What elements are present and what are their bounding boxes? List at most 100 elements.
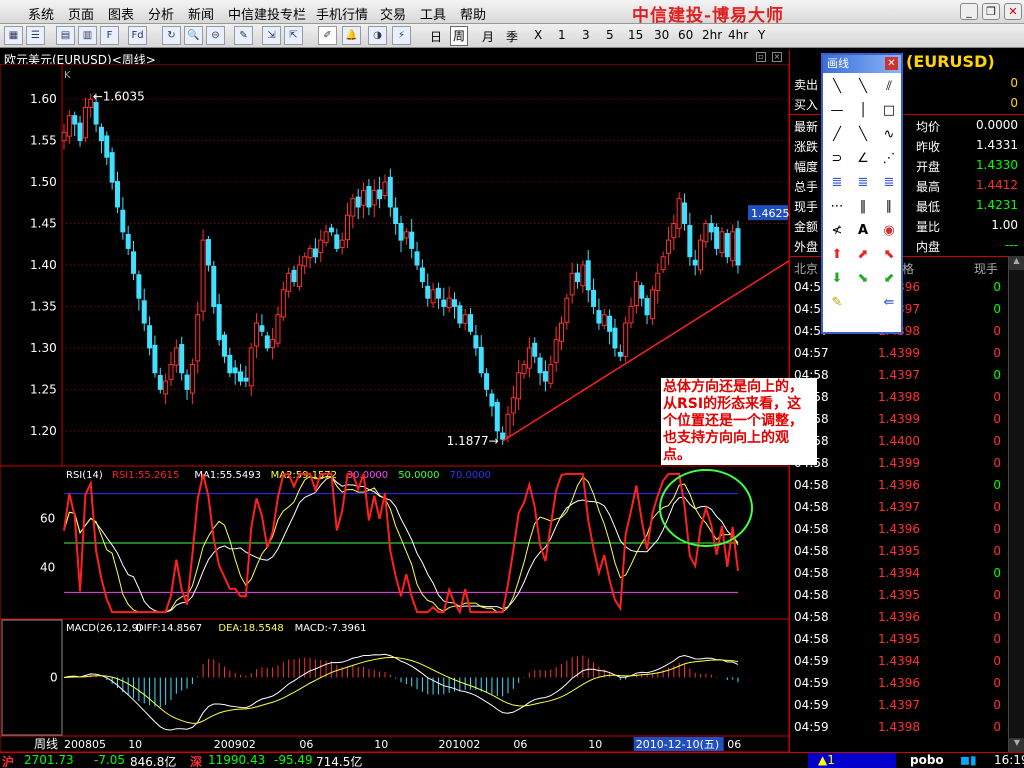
cursor-date-label: 2010-12-10(五) — [636, 738, 720, 751]
up-right-arrow-icon[interactable]: ⬈ — [851, 245, 875, 265]
restore-icon[interactable]: ❐ — [982, 3, 1000, 20]
quote-icon[interactable]: ▤ — [56, 26, 75, 45]
tick-price: 1.4399 — [878, 412, 920, 426]
fib-time-icon[interactable]: ∥ — [877, 197, 901, 217]
period-3[interactable]: 3 — [582, 28, 590, 42]
ray-line-icon[interactable]: ╲ — [851, 77, 875, 97]
close-icon[interactable]: ✕ — [885, 57, 898, 70]
zoom-icon[interactable]: 🔍 — [184, 26, 203, 45]
fan-icon[interactable]: ⋰ — [877, 149, 901, 169]
table-icon[interactable]: ▥ — [78, 26, 97, 45]
tool-icon[interactable]: ✎ — [234, 26, 253, 45]
period-week[interactable]: 周 — [450, 26, 469, 46]
palette-icon[interactable]: ◑ — [368, 26, 387, 45]
menu-trade[interactable]: 交易 — [380, 4, 406, 23]
gann-icon[interactable]: ⋯ — [825, 197, 849, 217]
f10-icon[interactable]: F — [100, 26, 119, 45]
scroll-up-icon[interactable]: ▲ — [1009, 256, 1024, 270]
period-month[interactable]: 月 — [482, 28, 494, 45]
price-candle — [564, 297, 570, 323]
price-candle — [221, 334, 227, 357]
list-icon[interactable]: ☰ — [26, 26, 45, 45]
alarm-bell-icon[interactable]: 🔔 — [342, 26, 361, 45]
menu-analysis[interactable]: 分析 — [148, 4, 174, 23]
drawing-tools-panel: 画线 ✕ ╲ ╲ ⫽ — │ □ ╱ ╲ ∿ ⊃ ∠ ⋰ ≣ ≣ ≣ ⋯ ‖ ∥ … — [821, 53, 903, 334]
zoom-out-icon[interactable]: ⊖ — [206, 26, 225, 45]
sh-amount: 846.8亿 — [130, 755, 177, 768]
cycle-icon[interactable]: ◉ — [877, 221, 901, 241]
period-day[interactable]: 日 — [430, 28, 442, 45]
period-4hr[interactable]: 4hr — [728, 28, 748, 42]
import-icon[interactable]: ⇱ — [284, 26, 303, 45]
text-tool-icon[interactable]: A — [851, 221, 875, 241]
price-candle — [238, 371, 244, 382]
menu-chart[interactable]: 图表 — [108, 4, 134, 23]
quote-right-label: 量比 — [916, 220, 941, 234]
eraser-icon[interactable]: ✎ — [825, 293, 849, 313]
period-1[interactable]: 1 — [558, 28, 566, 42]
price-candle — [61, 131, 67, 142]
line-icon[interactable]: ╲ — [851, 125, 875, 145]
tick-volume: 0 — [993, 368, 1001, 382]
period-30[interactable]: 30 — [654, 28, 669, 42]
price-candle — [371, 189, 377, 206]
period-quarter[interactable]: 季 — [506, 28, 518, 45]
rectangle-icon[interactable]: □ — [877, 101, 901, 121]
refresh-icon[interactable]: ↻ — [162, 26, 181, 45]
menu-system[interactable]: 系统 — [28, 4, 54, 23]
golden-ratio-icon[interactable]: ≣ — [851, 173, 875, 193]
menu-mobile-quotes[interactable]: 手机行情 — [316, 4, 368, 23]
draw-line-icon[interactable]: ✐ — [318, 26, 337, 45]
period-x[interactable]: X — [534, 28, 542, 42]
up-left-arrow-icon[interactable]: ⬉ — [877, 245, 901, 265]
fund-icon[interactable]: Fd — [128, 26, 147, 45]
close-icon[interactable]: ✕ — [1004, 3, 1022, 20]
tick-row: 04:581.43990 — [790, 412, 1024, 434]
down-left-arrow-icon[interactable]: ⬋ — [877, 269, 901, 289]
angle-icon[interactable]: ∠ — [851, 149, 875, 169]
tick-volume: 0 — [993, 478, 1001, 492]
alerts-badge[interactable]: ▲1 — [808, 753, 896, 768]
segment-line-icon[interactable]: ╲ — [825, 77, 849, 97]
tick-price: 1.4395 — [878, 588, 920, 602]
down-right-arrow-icon[interactable]: ⬊ — [851, 269, 875, 289]
scroll-down-icon[interactable]: ▼ — [1009, 738, 1024, 752]
lightning-icon[interactable]: ⚡ — [392, 26, 411, 45]
percent-lines-icon[interactable]: ≣ — [877, 173, 901, 193]
period-y[interactable]: Y — [758, 28, 765, 42]
wave-icon[interactable]: ∿ — [877, 125, 901, 145]
vertical-line-icon[interactable]: │ — [851, 101, 875, 121]
menu-broker-column[interactable]: 中信建投专栏 — [228, 4, 306, 23]
menu-help[interactable]: 帮助 — [460, 4, 486, 23]
parallel-line-icon[interactable]: ⫽ — [877, 77, 901, 97]
tick-row: 04:58 1.4397 0 — [790, 368, 1024, 390]
period-lines-icon[interactable]: ‖ — [851, 197, 875, 217]
down-arrow-icon[interactable]: ⬇ — [825, 269, 849, 289]
tick-price: 1.4398 — [878, 390, 920, 404]
export-icon[interactable]: ⇲ — [262, 26, 281, 45]
horizontal-line-icon[interactable]: — — [825, 101, 849, 121]
period-5[interactable]: 5 — [606, 28, 614, 42]
menu-news[interactable]: 新闻 — [188, 4, 214, 23]
menu-tools[interactable]: 工具 — [420, 4, 446, 23]
grid-icon[interactable]: ▦ — [4, 26, 23, 45]
fibonacci-icon[interactable]: ≣ — [825, 173, 849, 193]
x-tick-label: 201002 — [438, 738, 480, 751]
trend-line-icon[interactable]: ╱ — [825, 125, 849, 145]
arc-icon[interactable]: ⊃ — [825, 149, 849, 169]
close-panel-icon[interactable]: × — [772, 52, 782, 62]
collapse-icon[interactable]: ▫ — [756, 52, 766, 62]
period-60[interactable]: 60 — [678, 28, 693, 42]
delete-lines-icon[interactable]: ⇚ — [877, 293, 901, 313]
menu-page[interactable]: 页面 — [68, 4, 94, 23]
price-candle — [548, 364, 554, 384]
price-candle — [526, 347, 532, 369]
period-2hr[interactable]: 2hr — [702, 28, 722, 42]
tick-volume: 0 — [993, 390, 1001, 404]
period-15[interactable]: 15 — [628, 28, 643, 42]
up-arrow-icon[interactable]: ⬆ — [825, 245, 849, 265]
x-tick-label: 10 — [588, 738, 602, 751]
ticks-scrollbar[interactable]: ▲ ▼ — [1008, 256, 1024, 752]
minimize-icon[interactable]: _ — [960, 3, 978, 20]
speed-lines-icon[interactable]: ≮ — [825, 221, 849, 241]
